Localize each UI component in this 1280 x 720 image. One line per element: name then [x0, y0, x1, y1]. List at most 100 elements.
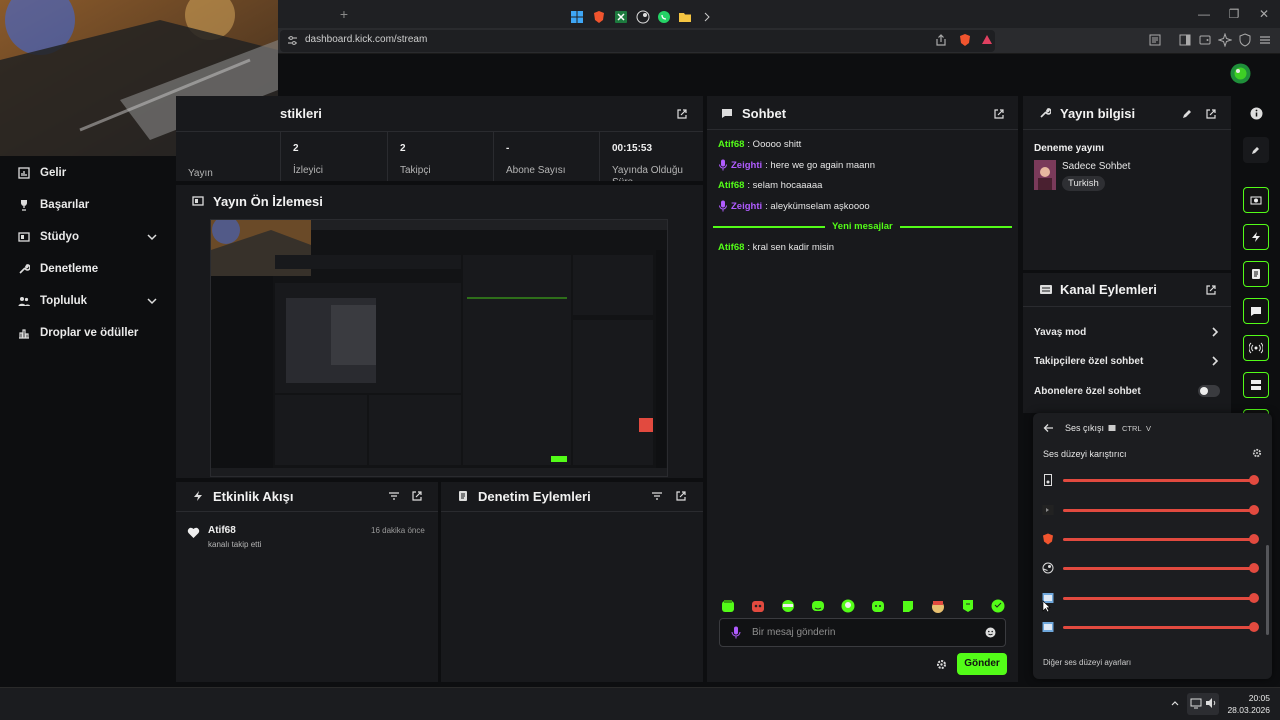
emote-icon[interactable]: [960, 598, 976, 614]
back-arrow-icon[interactable]: [1043, 423, 1054, 433]
activity-time: 16 dakika önce: [371, 526, 425, 535]
emote-icon[interactable]: [870, 598, 886, 614]
sidebar-item-studyo[interactable]: Stüdyo: [18, 229, 79, 245]
chevron-down-icon[interactable]: [146, 296, 158, 306]
network-icon: [1190, 698, 1202, 709]
volume-slider-track[interactable]: [1063, 597, 1253, 600]
send-button[interactable]: Gönder: [957, 653, 1007, 675]
info-icon[interactable]: [1250, 107, 1263, 120]
steam-icon[interactable]: [636, 10, 650, 24]
volume-slider-track[interactable]: [1063, 538, 1253, 541]
volume-slider-knob[interactable]: [1249, 505, 1259, 515]
volume-slider-knob[interactable]: [1249, 593, 1259, 603]
preview-icon: [192, 196, 204, 206]
clock-time[interactable]: 20:05: [1246, 693, 1270, 703]
mixer-scrollbar[interactable]: [1266, 545, 1269, 635]
more-volume-settings-link[interactable]: Diğer ses düzeyi ayarları: [1043, 658, 1131, 667]
popout-icon[interactable]: [675, 490, 687, 502]
chevron-down-icon[interactable]: [146, 232, 158, 242]
volume-slider-knob[interactable]: [1249, 563, 1259, 573]
chat-message[interactable]: Zeighti: aleykümselam aşkoooo: [718, 200, 870, 212]
reader-mode-icon[interactable]: [1148, 33, 1162, 47]
emote-icon[interactable]: [780, 598, 796, 614]
emote-icon[interactable]: [810, 598, 826, 614]
menu-icon[interactable]: [1258, 33, 1272, 47]
chat-input[interactable]: Bir mesaj gönderin: [752, 627, 835, 638]
activity-user[interactable]: Atif68: [208, 525, 236, 536]
emote-icon[interactable]: [720, 598, 736, 614]
chat-message[interactable]: Atif68: Ooooo shitt: [718, 139, 801, 150]
window-icon: [1042, 622, 1054, 632]
slow-mode-row[interactable]: Yavaş mod: [1034, 327, 1086, 338]
brave-shield-icon[interactable]: [958, 33, 972, 47]
clock-date[interactable]: 28.03.2026: [1224, 705, 1270, 715]
maximize-button[interactable]: ❐: [1226, 6, 1242, 22]
file-explorer-icon[interactable]: [678, 10, 692, 24]
volume-slider-knob[interactable]: [1249, 475, 1259, 485]
edit-icon[interactable]: [1181, 108, 1193, 120]
url-text: dashboard.kick.com/stream: [305, 34, 428, 45]
audio-output-label[interactable]: Ses çıkışı: [1065, 423, 1104, 433]
settings-gear-icon[interactable]: [1252, 448, 1262, 458]
chevron-right-icon[interactable]: [1210, 355, 1220, 367]
new-tab-button[interactable]: +: [336, 6, 352, 22]
emote-icon[interactable]: [750, 598, 766, 614]
gear-icon[interactable]: [936, 659, 947, 670]
sidebar-item-denetleme[interactable]: Denetleme: [18, 261, 98, 277]
emote-icon[interactable]: [840, 598, 856, 614]
wallet-icon[interactable]: [1198, 33, 1212, 47]
app-icon[interactable]: [700, 10, 714, 24]
filter-icon[interactable]: [388, 490, 400, 502]
popout-icon[interactable]: [1205, 108, 1217, 120]
lightning-icon: [1252, 232, 1260, 242]
excel-icon[interactable]: [614, 10, 628, 24]
sidebar-toggle-icon[interactable]: [1178, 33, 1192, 47]
popout-icon[interactable]: [411, 490, 423, 502]
followers-only-row[interactable]: Takipçilere özel sohbet: [1034, 356, 1143, 367]
brave-icon[interactable]: [592, 10, 606, 24]
tag-badge[interactable]: Turkish: [1062, 176, 1105, 191]
popout-icon[interactable]: [676, 108, 688, 120]
volume-slider-track[interactable]: [1063, 479, 1253, 482]
minimize-button[interactable]: —: [1196, 6, 1212, 22]
volume-slider-knob[interactable]: [1249, 622, 1259, 632]
windows-start-icon[interactable]: [570, 10, 584, 24]
chevron-up-icon[interactable]: [1170, 698, 1180, 708]
sidebar-item-topluluk[interactable]: Topluluk: [18, 293, 87, 309]
vpn-icon[interactable]: [1238, 33, 1252, 47]
volume-slider-knob[interactable]: [1249, 534, 1259, 544]
volume-slider-track[interactable]: [1063, 626, 1253, 629]
stat-live-duration: 00:15:53 Yayında Olduğu Süre: [599, 131, 703, 181]
chat-message[interactable]: Atif68: selam hocaaaaa: [718, 180, 822, 191]
category-name[interactable]: Sadece Sohbet: [1062, 161, 1130, 172]
close-window-button[interactable]: ✕: [1256, 6, 1272, 22]
sidebar-item-gelir[interactable]: Gelir: [18, 165, 66, 181]
volume-slider-track[interactable]: [1063, 509, 1253, 512]
emote-icon[interactable]: [930, 598, 946, 614]
volume-slider-track[interactable]: [1063, 567, 1253, 570]
category-thumbnail[interactable]: [1034, 160, 1056, 190]
sidebar-item-droplar[interactable]: Droplar ve ödüller: [18, 325, 138, 341]
emote-icon[interactable]: [990, 598, 1006, 614]
community-icon: [18, 297, 30, 306]
emote-icon[interactable]: [900, 598, 916, 614]
whatsapp-icon[interactable]: [657, 10, 671, 24]
filter-icon[interactable]: [651, 490, 663, 502]
chat-message[interactable]: Atif68: kral sen kadir misin: [718, 242, 834, 253]
stream-preview-video[interactable]: [210, 219, 668, 477]
ai-assistant-icon[interactable]: [1218, 33, 1232, 47]
emoji-icon[interactable]: [985, 627, 996, 638]
mic-icon[interactable]: [731, 626, 741, 639]
subscribers-only-toggle[interactable]: [1198, 385, 1220, 397]
chat-message[interactable]: Zeighti: here we go again maann: [718, 159, 875, 171]
popout-icon[interactable]: [1205, 284, 1217, 296]
chevron-right-icon[interactable]: [1210, 326, 1220, 338]
site-settings-icon[interactable]: [287, 35, 298, 46]
profile-avatar[interactable]: [1230, 63, 1251, 84]
shortcut-key: CTRL: [1122, 424, 1142, 433]
sidebar-item-basarilar[interactable]: Başarılar: [18, 197, 89, 213]
brave-rewards-icon[interactable]: [980, 33, 994, 47]
share-icon[interactable]: [934, 33, 948, 47]
raid-icon: [1251, 380, 1261, 390]
popout-icon[interactable]: [993, 108, 1005, 120]
